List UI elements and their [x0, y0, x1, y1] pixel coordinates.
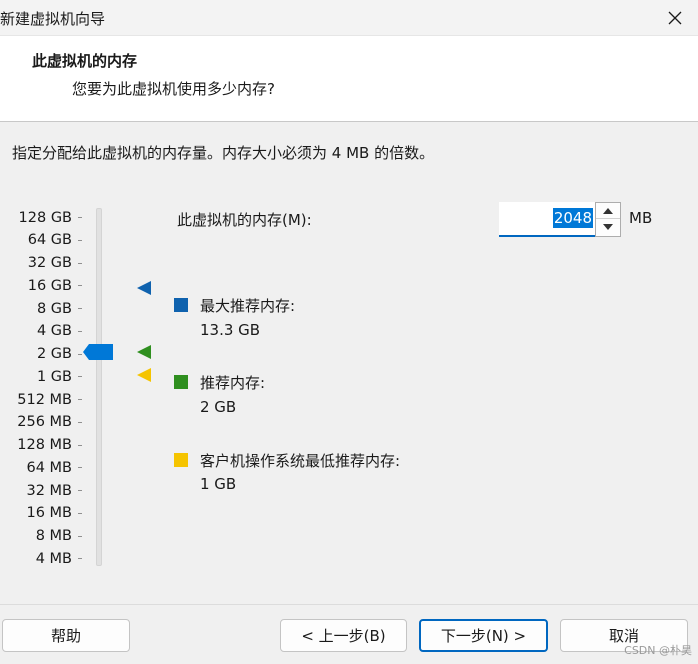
scale-tick [78, 262, 82, 264]
scale-label: 1 GB [36, 368, 72, 385]
memory-input[interactable]: 2048 [499, 202, 599, 237]
watermark: CSDN @朴昊 [624, 644, 692, 657]
scale-tick [78, 217, 82, 218]
scale-label: 4 GB [36, 323, 72, 340]
minimum-recommended-swatch [174, 453, 188, 467]
close-icon [668, 11, 682, 25]
scale-label: 2 GB [36, 346, 72, 362]
memory-input-value: 2048 [552, 208, 593, 228]
close-button[interactable] [652, 0, 698, 36]
minimum-recommended-value: 1 GB [200, 475, 237, 493]
max-recommended-label: 最大推荐内存: [200, 297, 296, 315]
scale-tick [78, 490, 82, 491]
window-title: 新建虚拟机向导 [0, 10, 106, 28]
recommended-value: 2 GB [200, 398, 237, 416]
max-recommended-value: 13.3 GB [200, 321, 261, 339]
scale-tick [78, 353, 82, 355]
scale-tick [78, 308, 82, 309]
recommended-label: 推荐内存: [200, 374, 266, 392]
spinner-down-button[interactable] [596, 219, 620, 235]
memory-slider-thumb[interactable] [83, 344, 113, 360]
title-bar: 新建虚拟机向导 [0, 0, 698, 36]
memory-slider-track[interactable] [96, 208, 102, 566]
next-button[interactable]: 下一步(N) > [419, 619, 548, 652]
scale-tick [78, 535, 82, 537]
page-title: 此虚拟机的内存 [32, 52, 138, 70]
scale-tick [78, 285, 82, 287]
minimum-recommended-label: 客户机操作系统最低推荐内存: [200, 452, 401, 470]
help-button[interactable]: 帮助 [2, 619, 130, 652]
scale-label: 256 MB [17, 414, 72, 431]
max-recommended-swatch [174, 298, 188, 312]
instruction-text: 指定分配给此虚拟机的内存量。内存大小必须为 4 MB 的倍数。 [12, 144, 435, 162]
memory-unit: MB [629, 209, 653, 227]
back-button[interactable]: < 上一步(B) [280, 619, 407, 652]
scale-tick [78, 399, 82, 400]
caret-down-icon [603, 224, 613, 230]
scale-tick [78, 558, 82, 560]
scale-label: 8 MB [35, 528, 72, 544]
footer-divider [0, 604, 698, 605]
scale-label: 128 GB [18, 209, 72, 226]
scale-label: 4 MB [35, 550, 72, 567]
scale-tick [78, 376, 82, 378]
memory-spinner[interactable] [595, 202, 621, 237]
caret-up-icon [603, 207, 613, 214]
scale-tick [78, 421, 82, 423]
scale-tick [78, 512, 82, 514]
recommended-swatch [174, 375, 188, 389]
scale-label: 64 MB [26, 459, 72, 476]
max-recommended-marker-icon [137, 281, 151, 295]
scale-label: 16 GB [27, 277, 72, 294]
scale-label: 32 MB [26, 482, 72, 499]
scale-tick [78, 444, 82, 446]
scale-tick [78, 239, 82, 241]
scale-tick [78, 330, 82, 332]
scale-tick [78, 467, 82, 469]
recommended-marker-icon [137, 345, 151, 359]
minimum-recommended-marker-icon [137, 368, 151, 382]
wizard-header: 此虚拟机的内存 您要为此虚拟机使用多少内存? [0, 36, 698, 122]
scale-label: 32 GB [27, 255, 72, 271]
scale-label: 16 MB [26, 505, 72, 522]
memory-label: 此虚拟机的内存(M): [177, 211, 312, 229]
page-subtitle: 您要为此虚拟机使用多少内存? [72, 80, 275, 98]
spinner-up-button[interactable] [596, 203, 620, 219]
scale-label: 64 GB [27, 232, 72, 249]
scale-label: 512 MB [17, 391, 72, 408]
scale-label: 8 GB [36, 300, 72, 317]
scale-label: 128 MB [17, 437, 72, 453]
